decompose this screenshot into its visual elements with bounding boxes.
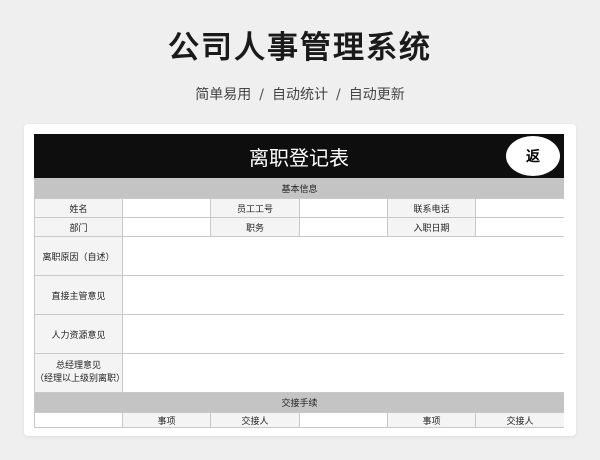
join-date-field[interactable]: [474, 217, 564, 237]
name-field[interactable]: [122, 198, 211, 218]
subtitle-feature-2: 自动统计: [272, 87, 328, 103]
handover-person-label: 交接人: [210, 412, 300, 428]
employee-id-field[interactable]: [299, 198, 388, 218]
handover-item-label: 事项: [122, 412, 211, 428]
resignation-sheet: 离职登记表 返 基本信息 姓名 员工工号 联系电话 部门 职务 入职日期 离职原…: [34, 134, 564, 436]
employee-id-label: 员工工号: [210, 198, 300, 218]
handover-blank-cell: [34, 412, 123, 428]
page-subtitle: 简单易用 / 自动统计 / 自动更新: [0, 84, 600, 104]
gm-opinion-label-line1: 总经理意见: [55, 361, 101, 371]
section-handover: 交接手续: [34, 392, 564, 413]
sheet-header: 离职登记表 返: [34, 134, 564, 178]
subtitle-feature-1: 简单易用: [195, 87, 252, 103]
gm-opinion-label-line2: （经理以上级别离职）: [35, 374, 126, 384]
gm-opinion-field[interactable]: [121, 353, 564, 393]
form-card: 离职登记表 返 基本信息 姓名 员工工号 联系电话 部门 职务 入职日期 离职原…: [24, 124, 576, 436]
subtitle-separator: /: [336, 87, 341, 103]
handover-item-label: 事项: [387, 412, 476, 428]
position-label: 职务: [210, 217, 300, 237]
hr-opinion-label: 人力资源意见: [34, 314, 123, 354]
reason-label: 离职原因（自述）: [34, 236, 123, 276]
reason-field[interactable]: [121, 236, 564, 276]
section-basic-info: 基本信息: [34, 178, 564, 199]
name-label: 姓名: [34, 198, 123, 218]
subtitle-separator: /: [259, 87, 264, 103]
phone-field[interactable]: [474, 198, 564, 218]
back-button[interactable]: 返: [506, 136, 560, 176]
sheet-title: 离职登记表: [249, 145, 349, 170]
subtitle-feature-3: 自动更新: [348, 87, 405, 103]
join-date-label: 入职日期: [387, 217, 476, 237]
resignation-form-table: 基本信息 姓名 员工工号 联系电话 部门 职务 入职日期 离职原因（自述） 直接…: [34, 178, 564, 428]
department-label: 部门: [34, 217, 123, 237]
position-field[interactable]: [299, 217, 388, 237]
page-title: 公司人事管理系统: [168, 30, 432, 66]
hr-opinion-field[interactable]: [121, 314, 564, 354]
handover-person-label: 交接人: [474, 412, 564, 428]
supervisor-opinion-label: 直接主管意见: [34, 275, 123, 315]
phone-label: 联系电话: [387, 198, 476, 218]
gm-opinion-label: 总经理意见 （经理以上级别离职）: [34, 353, 126, 393]
handover-blank-cell: [299, 412, 388, 428]
supervisor-opinion-field[interactable]: [121, 275, 564, 315]
department-field[interactable]: [122, 217, 211, 237]
